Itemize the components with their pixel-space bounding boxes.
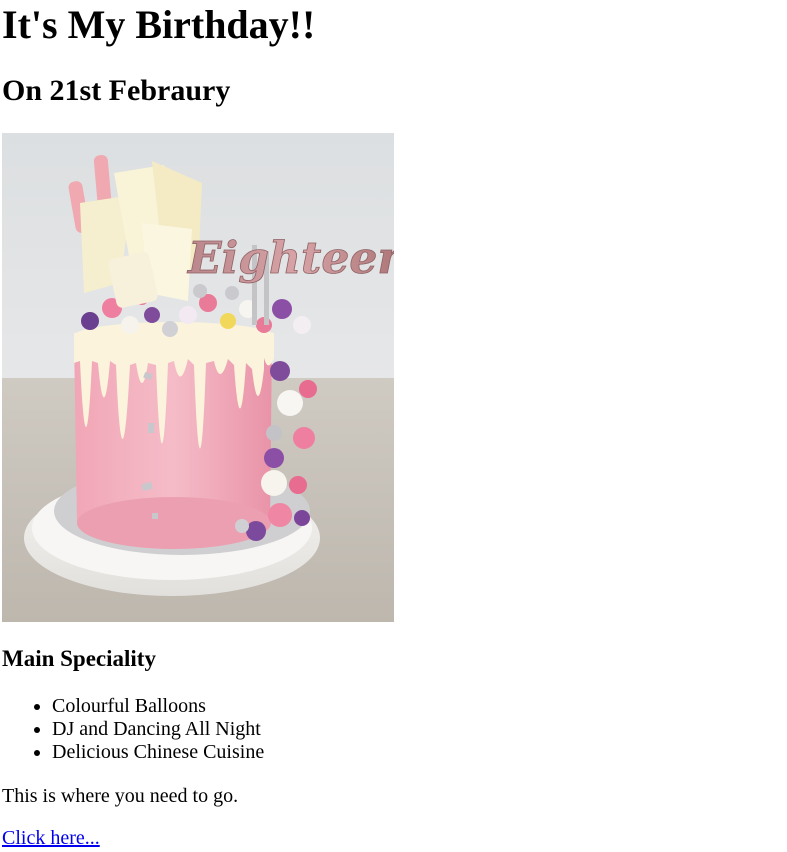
list-item: DJ and Dancing All Night [52,718,264,741]
page-title: It's My Birthday!! [2,2,316,47]
speciality-list: Colourful Balloons DJ and Dancing All Ni… [2,695,264,764]
cake-topper-text: Eighteen [186,233,394,284]
section-heading: Main Speciality [2,646,156,671]
click-here-link[interactable]: Click here... [2,827,100,850]
directions-text: This is where you need to go. [2,785,239,807]
birthday-cake-image: Eighteen [2,133,394,622]
list-item: Delicious Chinese Cuisine [52,741,264,764]
list-item: Colourful Balloons [52,695,264,718]
page-subtitle: On 21st Febraury [2,74,231,107]
